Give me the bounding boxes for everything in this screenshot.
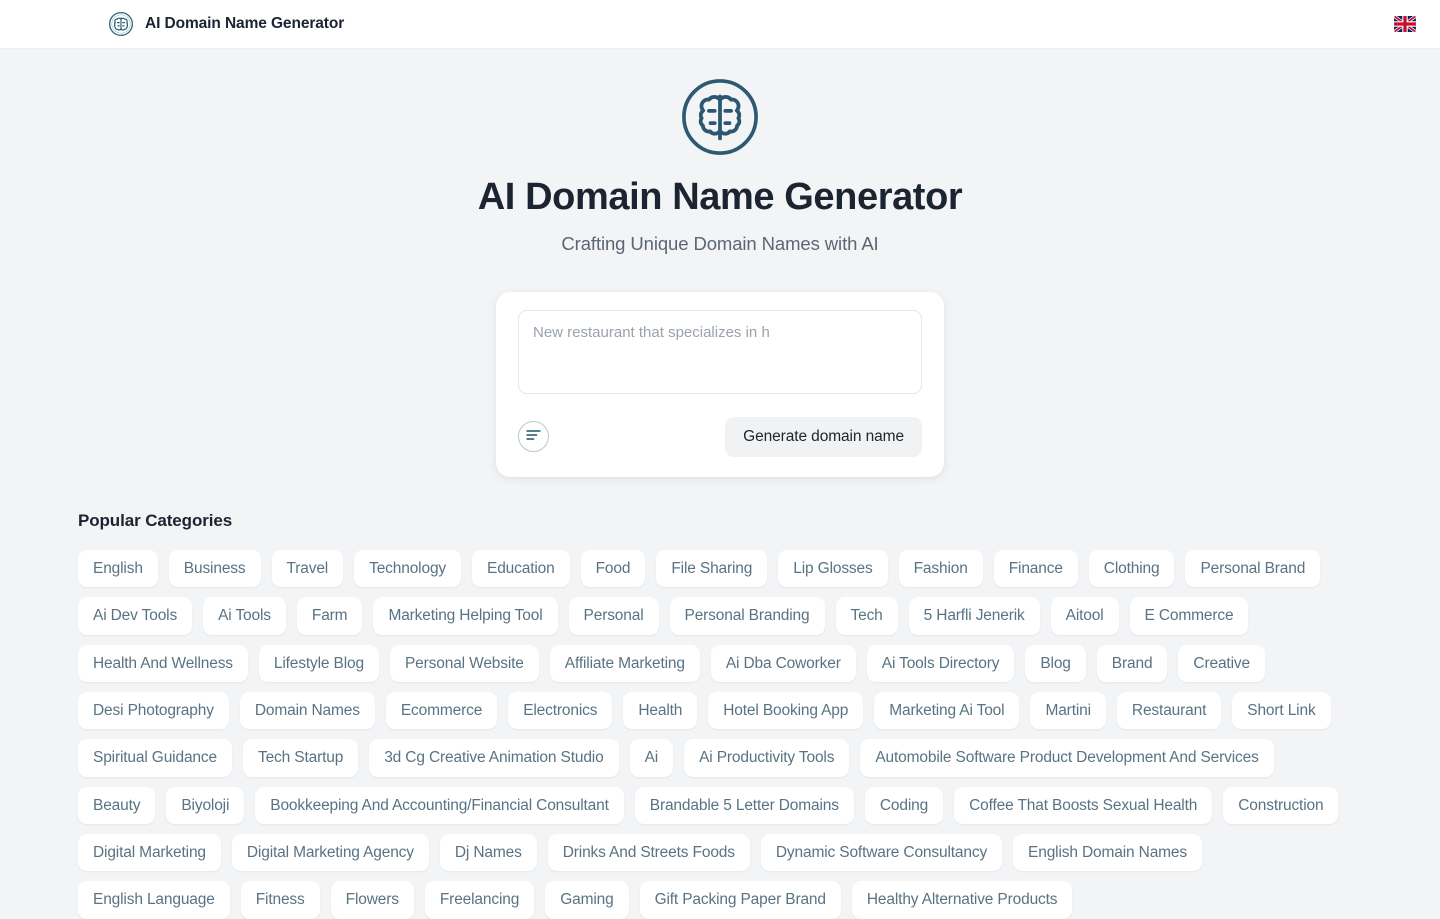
category-chip[interactable]: Automobile Software Product Development … — [860, 739, 1273, 776]
category-chip[interactable]: Affiliate Marketing — [550, 645, 700, 682]
options-button[interactable] — [518, 421, 549, 452]
category-chip[interactable]: Freelancing — [425, 881, 534, 918]
category-chip[interactable]: Marketing Ai Tool — [874, 692, 1019, 729]
brand-title: AI Domain Name Generator — [145, 15, 344, 33]
generator-card: Generate domain name — [496, 292, 944, 477]
page-subtitle: Crafting Unique Domain Names with AI — [0, 233, 1440, 255]
category-chip[interactable]: Coffee That Boosts Sexual Health — [954, 787, 1212, 824]
category-chip[interactable]: English Language — [78, 881, 230, 918]
category-chip[interactable]: Dynamic Software Consultancy — [761, 834, 1002, 871]
category-chip[interactable]: Digital Marketing Agency — [232, 834, 429, 871]
category-chip[interactable]: Spiritual Guidance — [78, 739, 232, 776]
category-chip[interactable]: Restaurant — [1117, 692, 1221, 729]
category-chip[interactable]: Coding — [865, 787, 943, 824]
hero-section: AI Domain Name Generator Crafting Unique… — [0, 49, 1440, 255]
generator-actions: Generate domain name — [518, 417, 922, 457]
category-chip[interactable]: Personal Brand — [1185, 550, 1320, 587]
category-chip[interactable]: Bookkeeping And Accounting/Financial Con… — [255, 787, 624, 824]
category-chip[interactable]: Construction — [1223, 787, 1338, 824]
category-chip[interactable]: Lip Glosses — [778, 550, 887, 587]
category-chip[interactable]: Blog — [1025, 645, 1085, 682]
category-chip[interactable]: Gaming — [545, 881, 628, 918]
category-chip[interactable]: Clothing — [1089, 550, 1175, 587]
category-chip[interactable]: Flowers — [331, 881, 414, 918]
category-chip[interactable]: Fitness — [241, 881, 320, 918]
category-chip-list: English Business Travel Technology Education… — [78, 550, 1362, 919]
category-chip[interactable]: Healthy Alternative Products — [852, 881, 1073, 918]
category-chip[interactable]: Personal — [569, 597, 659, 634]
category-chip[interactable]: File Sharing — [656, 550, 767, 587]
prompt-input[interactable] — [518, 310, 922, 394]
category-chip[interactable]: Ai Dev Tools — [78, 597, 192, 634]
category-chip[interactable]: Finance — [994, 550, 1078, 587]
category-chip[interactable]: Gift Packing Paper Brand — [640, 881, 841, 918]
category-chip[interactable]: Personal Website — [390, 645, 539, 682]
category-chip[interactable]: Health And Wellness — [78, 645, 248, 682]
category-chip[interactable]: Tech — [836, 597, 898, 634]
category-chip[interactable]: Marketing Helping Tool — [373, 597, 557, 634]
category-chip[interactable]: Farm — [297, 597, 363, 634]
uk-flag-icon[interactable] — [1394, 16, 1416, 32]
category-chip[interactable]: Technology — [354, 550, 461, 587]
generate-domain-name-button[interactable]: Generate domain name — [725, 417, 922, 457]
brain-circle-icon — [108, 11, 134, 37]
category-chip[interactable]: Ecommerce — [386, 692, 497, 729]
navbar-right-group — [1394, 16, 1416, 32]
category-chip[interactable]: Ai Dba Coworker — [711, 645, 856, 682]
category-chip[interactable]: 5 Harfli Jenerik — [909, 597, 1040, 634]
category-chip[interactable]: Martini — [1030, 692, 1105, 729]
category-chip[interactable]: Ai Tools — [203, 597, 286, 634]
category-chip[interactable]: Short Link — [1232, 692, 1330, 729]
page-title: AI Domain Name Generator — [0, 177, 1440, 219]
category-chip[interactable]: Education — [472, 550, 570, 587]
text-lines-icon — [526, 429, 541, 444]
popular-categories-section: Popular Categories English Business Travel… — [0, 511, 1440, 919]
category-chip[interactable]: Biyoloji — [166, 787, 244, 824]
category-chip[interactable]: Personal Branding — [670, 597, 825, 634]
brand-link[interactable]: AI Domain Name Generator — [108, 11, 344, 37]
category-chip[interactable]: Business — [169, 550, 261, 587]
category-chip[interactable]: Drinks And Streets Foods — [548, 834, 750, 871]
category-chip[interactable]: Desi Photography — [78, 692, 229, 729]
category-chip[interactable]: Digital Marketing — [78, 834, 221, 871]
category-chip[interactable]: Hotel Booking App — [708, 692, 863, 729]
category-chip[interactable]: Ai Tools Directory — [867, 645, 1015, 682]
category-chip[interactable]: 3d Cg Creative Animation Studio — [369, 739, 618, 776]
category-chip[interactable]: Brand — [1097, 645, 1168, 682]
category-chip[interactable]: Lifestyle Blog — [259, 645, 379, 682]
category-chip[interactable]: Creative — [1178, 645, 1265, 682]
category-chip[interactable]: Food — [581, 550, 646, 587]
top-navbar: AI Domain Name Generator — [0, 0, 1440, 49]
category-chip[interactable]: Ai Productivity Tools — [684, 739, 849, 776]
category-chip[interactable]: Dj Names — [440, 834, 537, 871]
category-chip[interactable]: Tech Startup — [243, 739, 358, 776]
category-chip[interactable]: Domain Names — [240, 692, 375, 729]
category-chip[interactable]: Aitool — [1051, 597, 1119, 634]
category-chip[interactable]: Brandable 5 Letter Domains — [635, 787, 854, 824]
category-chip[interactable]: Fashion — [899, 550, 983, 587]
categories-heading: Popular Categories — [78, 511, 1362, 531]
category-chip[interactable]: English — [78, 550, 158, 587]
hero-brain-circle-icon — [0, 76, 1440, 158]
category-chip[interactable]: Travel — [272, 550, 344, 587]
category-chip[interactable]: Beauty — [78, 787, 155, 824]
category-chip[interactable]: E Commerce — [1130, 597, 1249, 634]
category-chip[interactable]: Health — [623, 692, 697, 729]
category-chip[interactable]: Ai — [630, 739, 673, 776]
category-chip[interactable]: Electronics — [508, 692, 612, 729]
category-chip[interactable]: English Domain Names — [1013, 834, 1202, 871]
